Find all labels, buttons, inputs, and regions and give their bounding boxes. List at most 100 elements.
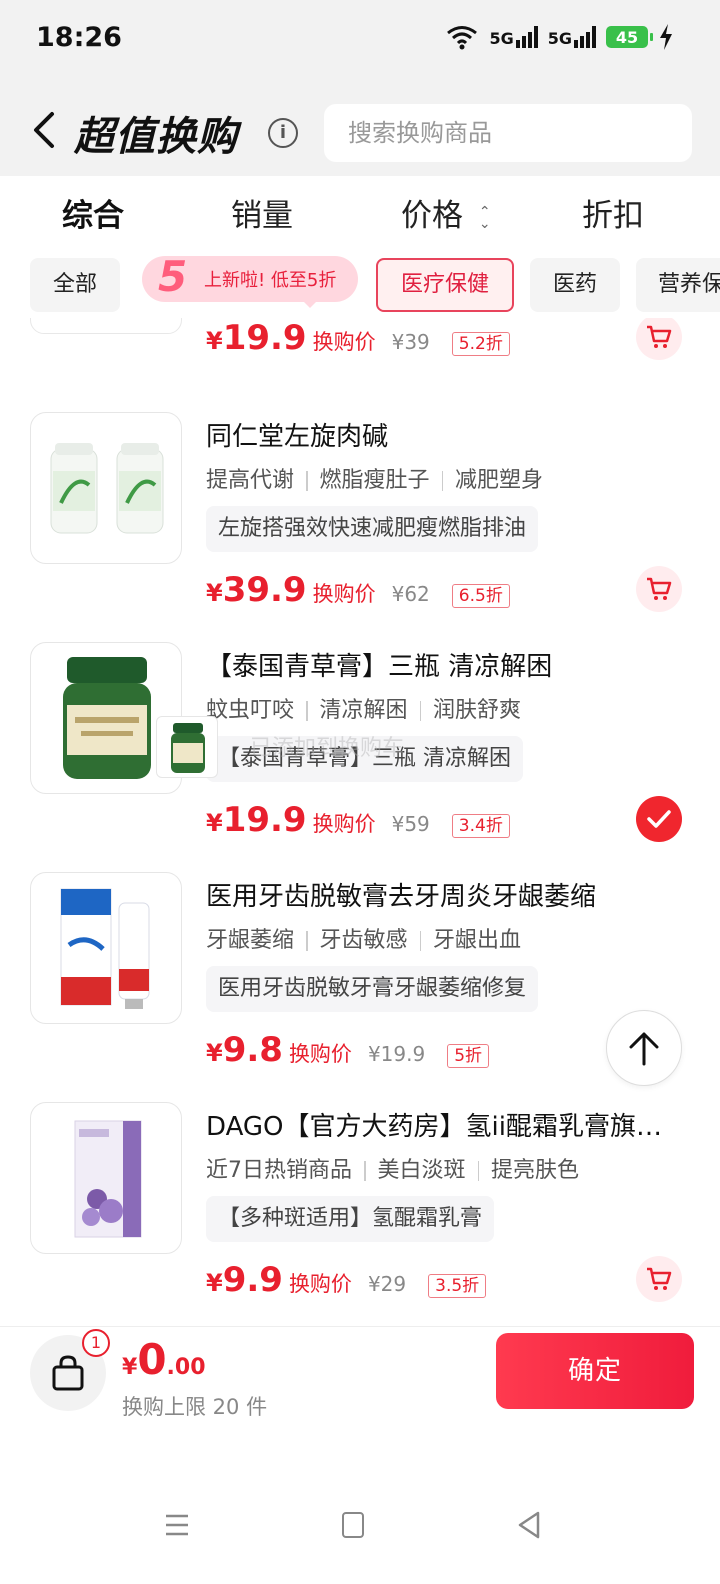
signal-label-2: 5G <box>547 29 572 48</box>
yen-sign: ¥ <box>206 327 223 355</box>
price-row: ¥ 9.8 换购价 ¥19.9 5折 <box>206 1030 490 1070</box>
yen-sign: ¥ <box>206 1039 223 1067</box>
price-row: ¥ 19.9 换购价 ¥59 3.4折 <box>206 800 510 840</box>
home-square-icon[interactable] <box>342 1512 364 1538</box>
add-to-cart-button[interactable] <box>636 566 682 612</box>
sort-bar: 综合 销量 价格 ⌃ ⌄ 折扣 <box>0 176 720 246</box>
original-price: ¥62 <box>391 582 430 606</box>
status-bar: 18:26 5G 5G 45 <box>0 0 720 80</box>
promo-text: 上新啦! 低至5折 <box>204 270 337 291</box>
tag: 牙龈出血 <box>433 928 522 953</box>
product-description: 左旋搭强效快速减肥瘦燃脂排油 <box>206 506 539 552</box>
tag: 近7日热销商品 <box>206 1158 352 1183</box>
confirm-button[interactable]: 确定 <box>496 1333 694 1409</box>
product-name[interactable]: 同仁堂左旋肉碱 <box>206 416 676 453</box>
selected-check-button[interactable] <box>636 796 682 842</box>
discount-badge: 3.5折 <box>428 1274 487 1298</box>
tag: 清凉解困 <box>319 698 408 723</box>
menu-icon[interactable] <box>164 1512 190 1538</box>
sort-tab-price[interactable]: 价格 ⌃ ⌄ <box>401 190 491 235</box>
promo-tail <box>302 300 318 308</box>
tag: 提亮肤色 <box>491 1158 580 1183</box>
promo-number: 5 <box>158 252 188 301</box>
purchase-limit: 换购上限 20 件 <box>122 1395 268 1419</box>
product-description: 【多种斑适用】氢醌霜乳膏 <box>206 1196 495 1242</box>
shopping-bag-icon <box>52 1355 84 1391</box>
total-dec: .00 <box>166 1355 206 1380</box>
price: 19.9 <box>222 318 307 358</box>
discount-badge: 5.2折 <box>451 332 510 356</box>
price: 19.9 <box>222 800 307 840</box>
chip-all[interactable]: 全部 <box>30 258 120 312</box>
price-row: ¥ 39.9 换购价 ¥62 6.5折 <box>206 570 510 610</box>
back-triangle-icon[interactable] <box>516 1510 542 1540</box>
discount-badge: 6.5折 <box>451 584 510 608</box>
chip-medicine[interactable]: 医药 <box>530 258 620 312</box>
price: 9.8 <box>222 1030 283 1070</box>
product-list[interactable]: ¥ 19.9 换购价 ¥39 5.2折 同仁堂左旋肉碱 提高代谢 燃脂瘦肚子 减… <box>0 318 720 1324</box>
chip-nutrition[interactable]: 营养保健 <box>636 258 720 312</box>
cart-icon <box>647 325 672 348</box>
info-icon[interactable]: i <box>268 118 298 148</box>
battery-icon: 45 <box>606 26 653 48</box>
original-price: ¥39 <box>391 330 430 354</box>
list-item[interactable]: 同仁堂左旋肉碱 提高代谢 燃脂瘦肚子 减肥塑身 左旋搭强效快速减肥瘦燃脂排油 ¥ 3… <box>0 412 720 642</box>
page-title: 超值换购 <box>74 114 238 160</box>
back-to-top-button[interactable] <box>606 1010 682 1086</box>
cream-tube-image <box>74 1120 142 1238</box>
price-label: 换购价 <box>288 1272 352 1296</box>
tag: 燃脂瘦肚子 <box>319 468 430 493</box>
jar-mini-image <box>171 723 205 773</box>
original-price: ¥59 <box>391 812 430 836</box>
price: 39.9 <box>222 570 307 610</box>
cart-icon <box>647 577 672 600</box>
list-item[interactable]: ¥ 19.9 换购价 ¥39 5.2折 <box>0 318 720 390</box>
price: 9.9 <box>222 1260 283 1300</box>
product-name[interactable]: DAGO【官方大药房】氢ii醌霜乳膏旗舰店正品 <box>206 1106 676 1143</box>
category-chips: 全部 医疗保健 医药 营养保健 5 上新啦! 低至5折 <box>0 252 720 316</box>
status-time: 18:26 <box>36 22 122 53</box>
add-to-cart-button[interactable] <box>636 318 682 360</box>
promo-bubble: 5 上新啦! 低至5折 <box>142 252 358 308</box>
wifi-icon <box>447 26 478 50</box>
sort-tab-price-label: 价格 <box>401 198 463 234</box>
arrow-up-icon <box>629 1032 659 1066</box>
list-item[interactable]: DAGO【官方大药房】氢ii醌霜乳膏旗舰店正品 近7日热销商品美白淡斑提亮肤色 … <box>0 1102 720 1324</box>
tag: 减肥塑身 <box>455 468 544 493</box>
product-tags: 蚊虫叮咬 清凉解困 润肤舒爽 <box>206 692 521 724</box>
product-image[interactable] <box>30 872 182 1024</box>
toothpaste-image <box>60 888 150 1009</box>
product-tags: 提高代谢 燃脂瘦肚子 减肥塑身 <box>206 462 543 494</box>
price-label: 换购价 <box>288 1042 352 1066</box>
tag: 牙齿敏感 <box>319 928 408 953</box>
checkmark-icon <box>647 810 671 828</box>
tag: 蚊虫叮咬 <box>206 698 295 723</box>
product-image[interactable] <box>30 412 182 564</box>
original-price: ¥29 <box>367 1272 407 1296</box>
tag: 美白淡斑 <box>377 1158 466 1183</box>
price-label: 换购价 <box>312 330 376 354</box>
add-to-cart-button[interactable] <box>636 1256 682 1302</box>
flying-product-thumb <box>156 716 218 778</box>
tag: 牙龈萎缩 <box>206 928 295 953</box>
discount-badge: 3.4折 <box>451 814 510 838</box>
chip-medical-care[interactable]: 医疗保健 <box>376 258 514 312</box>
sort-tab-discount[interactable]: 折扣 <box>582 190 644 235</box>
product-name[interactable]: 医用牙齿脱敏膏去牙周炎牙龈萎缩 <box>206 876 676 913</box>
yen-sign: ¥ <box>206 1269 223 1297</box>
sort-arrows-icon: ⌃ ⌄ <box>478 203 491 232</box>
added-toast-text: 已添加到换购车 <box>250 736 405 761</box>
total-yen: ¥ <box>122 1355 138 1380</box>
search-input[interactable]: 搜索换购商品 <box>324 104 692 162</box>
price-label: 换购价 <box>312 582 376 606</box>
product-name[interactable]: 【泰国青草膏】三瓶 清凉解困 <box>206 646 676 683</box>
sort-tab-comprehensive[interactable]: 综合 <box>62 190 124 235</box>
tag: 提高代谢 <box>206 468 295 493</box>
status-icons: 5G 5G 45 <box>445 24 674 50</box>
cart-icon <box>647 1267 672 1290</box>
signal-label-1: 5G <box>489 29 514 48</box>
sort-tab-sales[interactable]: 销量 <box>231 190 293 235</box>
product-image[interactable] <box>30 1102 182 1254</box>
product-tags: 牙龈萎缩 牙齿敏感 牙龈出血 <box>206 922 521 954</box>
back-arrow-icon[interactable] <box>30 110 58 150</box>
